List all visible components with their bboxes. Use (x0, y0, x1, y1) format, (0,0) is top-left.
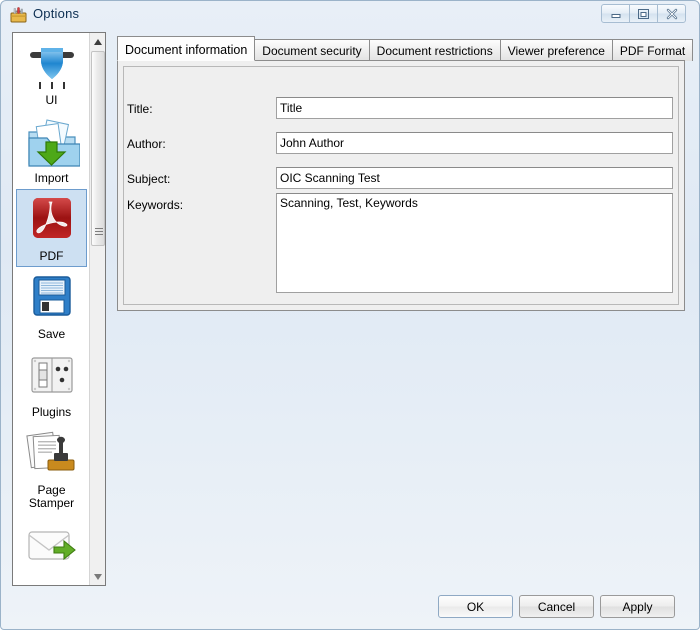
scroll-up-button[interactable] (90, 33, 105, 50)
floppy-disk-icon (32, 276, 71, 316)
keywords-textarea[interactable]: Scanning, Test, Keywords (276, 193, 673, 293)
scroll-down-button[interactable] (90, 568, 105, 585)
tab-viewer-preference[interactable]: Viewer preference (499, 39, 613, 61)
tab-pdf-format[interactable]: PDF Format (611, 39, 694, 61)
scrollbar-grip-icon (95, 228, 103, 237)
sidebar-item-page-stamper[interactable]: Page Stamper (16, 423, 87, 514)
sidebar-item-plugins[interactable]: Plugins (16, 345, 87, 423)
settings-category-list[interactable]: UI Import PDF Save Plugins Page Stamper (12, 32, 106, 586)
sidebar-item-label: Page Stamper (28, 483, 75, 510)
tab-strip: Document information Document security D… (117, 36, 694, 61)
keywords-label: Keywords: (127, 198, 184, 212)
ok-button[interactable]: OK (438, 595, 513, 618)
apply-button[interactable]: Apply (600, 595, 675, 618)
subject-label: Subject: (127, 172, 171, 186)
subject-input[interactable] (276, 167, 673, 189)
email-send-icon (27, 531, 76, 561)
sidebar-item-save[interactable]: Save (16, 267, 87, 345)
tab-document-information[interactable]: Document information (117, 36, 256, 61)
sidebar-item-label: Import (34, 171, 69, 185)
sidebar-item-label: Save (37, 327, 66, 341)
author-label: Author: (127, 137, 166, 151)
sidebar-item-label: UI (45, 93, 58, 107)
maximize-button[interactable] (629, 4, 658, 23)
cancel-button[interactable]: Cancel (519, 595, 594, 618)
sidebar-item-email[interactable] (16, 514, 87, 579)
power-outlet-icon (30, 357, 73, 393)
page-stamper-icon (25, 431, 74, 471)
tab-document-security[interactable]: Document security (254, 39, 370, 61)
tab-panel-document-information: Title: Author: Subject: Keywords: Scanni… (117, 60, 685, 311)
window-title: Options (33, 6, 80, 21)
scrollbar-thumb[interactable] (91, 51, 105, 246)
minimize-button[interactable] (601, 4, 630, 23)
scroll-up-icon (94, 38, 102, 45)
title-bar: Options (1, 1, 700, 29)
sidebar-item-ui[interactable]: UI (16, 33, 87, 111)
sidebar-scrollbar[interactable] (89, 33, 105, 585)
close-button[interactable] (657, 4, 686, 23)
toolbox-icon (10, 7, 27, 23)
scroll-down-icon (94, 573, 102, 580)
sidebar-item-label: Plugins (31, 405, 72, 419)
options-dialog-window: Options UI Import PDF Save Plugins Page … (0, 0, 700, 630)
restore-icon (638, 8, 649, 19)
minimize-icon (611, 13, 620, 18)
ui-shield-icon (29, 48, 74, 89)
sidebar-item-import[interactable]: Import (16, 111, 87, 189)
sidebar-item-label (17, 573, 86, 575)
author-input[interactable] (276, 132, 673, 154)
import-folder-icon (27, 119, 80, 167)
options-tab-control: Document information Document security D… (117, 36, 694, 311)
pdf-icon (32, 198, 71, 238)
tab-document-restrictions[interactable]: Document restrictions (368, 39, 501, 61)
sidebar-item-label: PDF (39, 249, 64, 263)
sidebar-item-pdf[interactable]: PDF (16, 189, 87, 267)
title-label: Title: (127, 102, 153, 116)
close-icon (666, 8, 677, 19)
title-input[interactable] (276, 97, 673, 119)
tab-panel-inner-border: Title: Author: Subject: Keywords: Scanni… (123, 66, 679, 305)
